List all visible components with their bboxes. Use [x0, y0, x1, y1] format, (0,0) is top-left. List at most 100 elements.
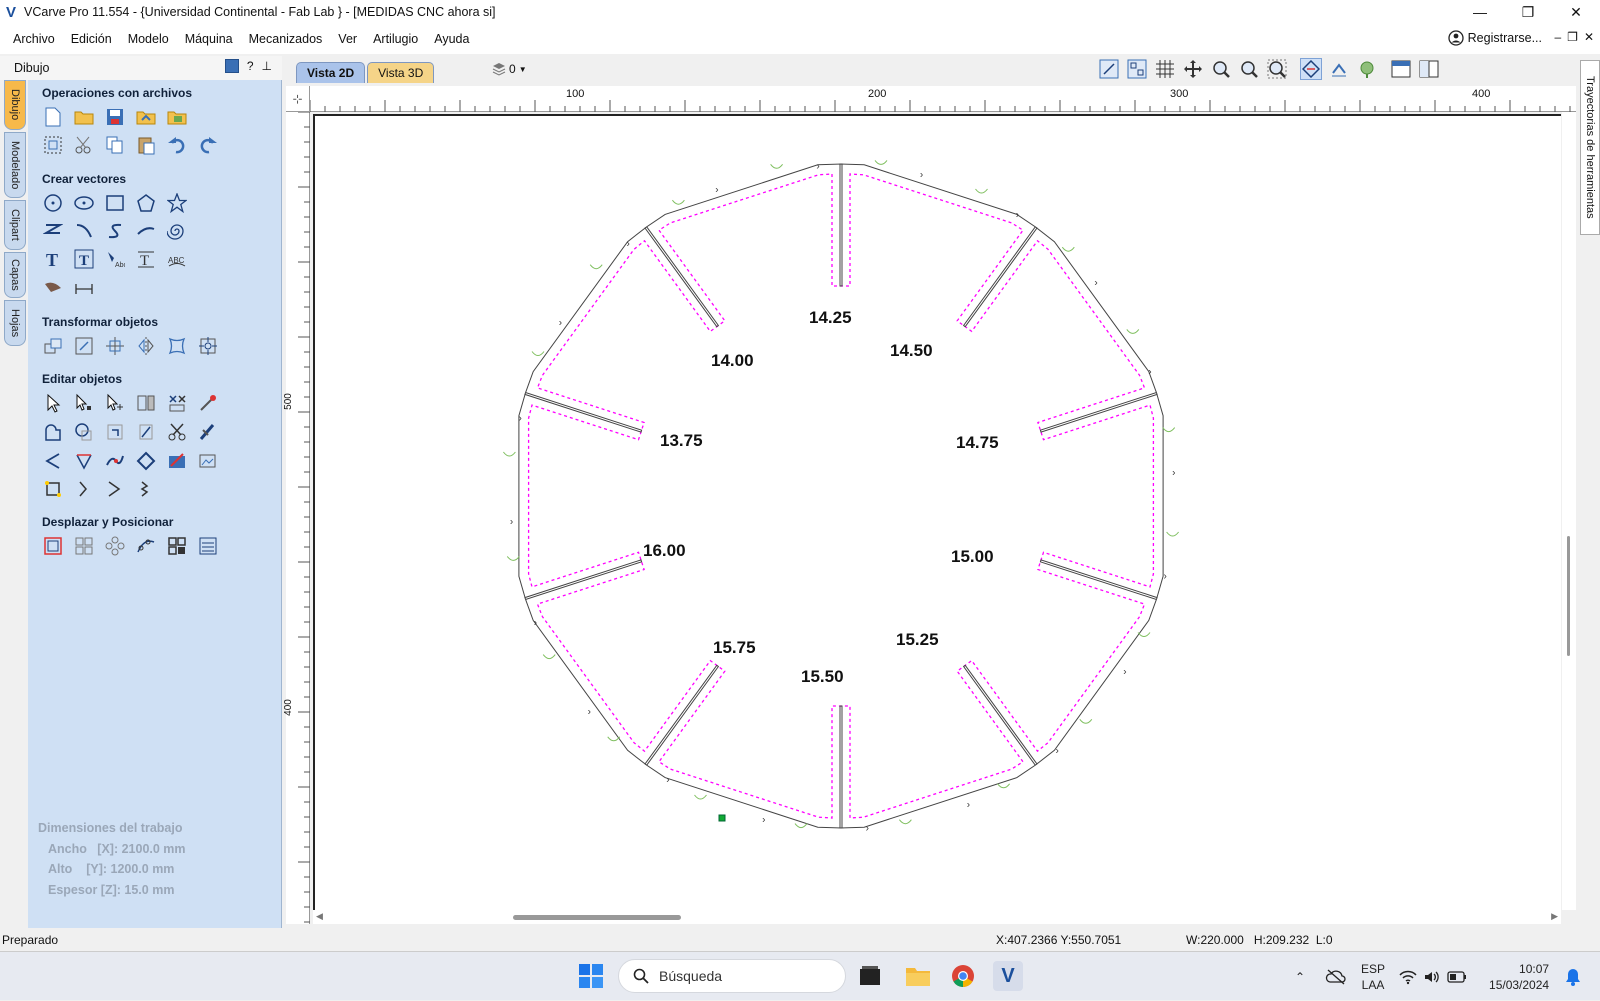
- gear-drawing[interactable]: › › › › › › › › › › › › › › › › › › › › 14.25 14.50 14.75 1…: [315, 116, 1563, 912]
- zoom-in-icon[interactable]: [1210, 58, 1232, 80]
- menu-modelo[interactable]: Modelo: [120, 32, 177, 46]
- undo-icon[interactable]: [166, 134, 188, 156]
- menu-archivo[interactable]: Archivo: [5, 32, 63, 46]
- menu-ayuda[interactable]: Ayuda: [426, 32, 477, 46]
- nesting-icon[interactable]: [166, 535, 188, 557]
- battery-icon[interactable]: [1447, 970, 1467, 984]
- copy-along-vector-icon[interactable]: [135, 535, 157, 557]
- draw-ellipse-icon[interactable]: [73, 192, 95, 214]
- line-art-icon[interactable]: [166, 450, 188, 472]
- join-vectors-icon[interactable]: [197, 421, 219, 443]
- scroll-left-icon[interactable]: ◀: [316, 911, 323, 922]
- mdi-restore-icon[interactable]: ❐: [1567, 30, 1578, 44]
- new-file-icon[interactable]: [42, 106, 64, 128]
- notification-bell-icon[interactable]: [1565, 968, 1581, 986]
- clock[interactable]: 10:07 15/03/2024: [1489, 961, 1549, 993]
- delete-duplicates-icon[interactable]: [166, 392, 188, 414]
- toolpaths-panel-tab[interactable]: Trayectorias de herramientas: [1580, 60, 1600, 235]
- menu-ver[interactable]: Ver: [330, 32, 365, 46]
- tab-view-2d[interactable]: Vista 2D: [296, 62, 366, 83]
- pin-icon[interactable]: ⊥: [262, 59, 272, 73]
- copy-icon[interactable]: [104, 134, 126, 156]
- language-indicator[interactable]: ESP LAA: [1361, 961, 1385, 993]
- trim-to-icon[interactable]: [104, 478, 126, 500]
- draw-star-icon[interactable]: [166, 192, 188, 214]
- circular-array-icon[interactable]: [104, 535, 126, 557]
- draw-fillet-icon[interactable]: [135, 220, 157, 242]
- taskbar-search[interactable]: Búsqueda: [618, 959, 846, 993]
- dimension-line-icon[interactable]: [73, 277, 95, 299]
- vcarve-taskbar-icon[interactable]: V: [993, 961, 1023, 991]
- vector-outline[interactable]: [527, 173, 1155, 819]
- draw-autolayout-text-icon[interactable]: T: [73, 248, 95, 270]
- menu-mecanizados[interactable]: Mecanizados: [241, 32, 331, 46]
- menu-artilugio[interactable]: Artilugio: [365, 32, 426, 46]
- dogbone-icon[interactable]: [135, 478, 157, 500]
- draw-circle-icon[interactable]: [42, 192, 64, 214]
- mdi-close-icon[interactable]: ✕: [1584, 30, 1594, 44]
- extend-vector-icon[interactable]: [73, 478, 95, 500]
- intersect-vectors-icon[interactable]: [104, 421, 126, 443]
- move-object-icon[interactable]: [42, 335, 64, 357]
- volume-icon[interactable]: [1423, 969, 1441, 985]
- toggle-grid-icon[interactable]: [1154, 58, 1176, 80]
- draw-text-icon[interactable]: T: [42, 248, 64, 270]
- label-sheets-icon[interactable]: [197, 535, 219, 557]
- select-icon[interactable]: [42, 392, 64, 414]
- interactive-select-icon[interactable]: [104, 392, 126, 414]
- subtract-vectors-icon[interactable]: [73, 421, 95, 443]
- zoom-out-icon[interactable]: [1238, 58, 1260, 80]
- chevron-up-icon[interactable]: ⌃: [1295, 970, 1319, 984]
- close-button[interactable]: ✕: [1552, 0, 1600, 24]
- ruler-origin-icon[interactable]: ⊹: [286, 86, 310, 112]
- create-angle-icon[interactable]: [42, 450, 64, 472]
- cut-icon[interactable]: [73, 134, 95, 156]
- mdi-minimize-icon[interactable]: –: [1554, 30, 1561, 44]
- job-setup-icon[interactable]: [42, 134, 64, 156]
- text-on-curve-icon[interactable]: Abc: [104, 248, 126, 270]
- node-edit-icon[interactable]: [73, 392, 95, 414]
- windows-start-icon[interactable]: [576, 961, 606, 991]
- redo-icon[interactable]: [197, 134, 219, 156]
- import-bitmap-icon[interactable]: [166, 106, 188, 128]
- offset-vectors-icon[interactable]: [135, 421, 157, 443]
- help-icon[interactable]: ?: [247, 59, 254, 73]
- import-vectors-icon[interactable]: [135, 106, 157, 128]
- draw-rectangle-icon[interactable]: [104, 192, 126, 214]
- draw-spiral-icon[interactable]: [166, 220, 188, 242]
- close-vector-icon[interactable]: [42, 478, 64, 500]
- mirror-object-icon[interactable]: [135, 335, 157, 357]
- measure-icon[interactable]: [197, 392, 219, 414]
- tab-dibujo[interactable]: Dibujo: [4, 80, 26, 130]
- scroll-right-icon[interactable]: ▶: [1551, 911, 1558, 922]
- panel-autohide-icon[interactable]: [224, 59, 239, 73]
- minimize-button[interactable]: —: [1456, 0, 1504, 24]
- offset-layout-icon[interactable]: [42, 535, 64, 557]
- snap-icon[interactable]: [1300, 58, 1322, 80]
- horizontal-scroll-thumb[interactable]: [513, 915, 681, 920]
- save-icon[interactable]: [104, 106, 126, 128]
- wifi-icon[interactable]: [1399, 969, 1417, 985]
- array-copy-icon[interactable]: [73, 535, 95, 557]
- scale-object-icon[interactable]: [73, 335, 95, 357]
- restore-button[interactable]: ❐: [1504, 0, 1552, 24]
- trace-bitmap-icon[interactable]: [197, 450, 219, 472]
- draw-polyline-icon[interactable]: [42, 220, 64, 242]
- zoom-extents-icon[interactable]: [1266, 58, 1288, 80]
- menu-maquina[interactable]: Máquina: [177, 32, 241, 46]
- distort-object-icon[interactable]: [166, 335, 188, 357]
- open-file-icon[interactable]: [73, 106, 95, 128]
- task-view-icon[interactable]: [855, 961, 885, 991]
- show-toolpaths-icon[interactable]: [1328, 58, 1350, 80]
- nest-parts-icon[interactable]: [135, 450, 157, 472]
- align-objects-icon[interactable]: [104, 335, 126, 357]
- tab-clipart[interactable]: Clipart: [4, 200, 26, 250]
- pan-icon[interactable]: [1182, 58, 1204, 80]
- set-position-icon[interactable]: [197, 335, 219, 357]
- zoom-to-selection-icon[interactable]: [1098, 58, 1120, 80]
- toggle-rulers-icon[interactable]: [1126, 58, 1148, 80]
- paste-icon[interactable]: [135, 134, 157, 156]
- smooth-curve-icon[interactable]: [104, 450, 126, 472]
- text-arc-icon[interactable]: T: [135, 248, 157, 270]
- drawing-canvas[interactable]: › › › › › › › › › › › › › › › › › › › › 14.25 14.50 14.75 1…: [313, 114, 1561, 910]
